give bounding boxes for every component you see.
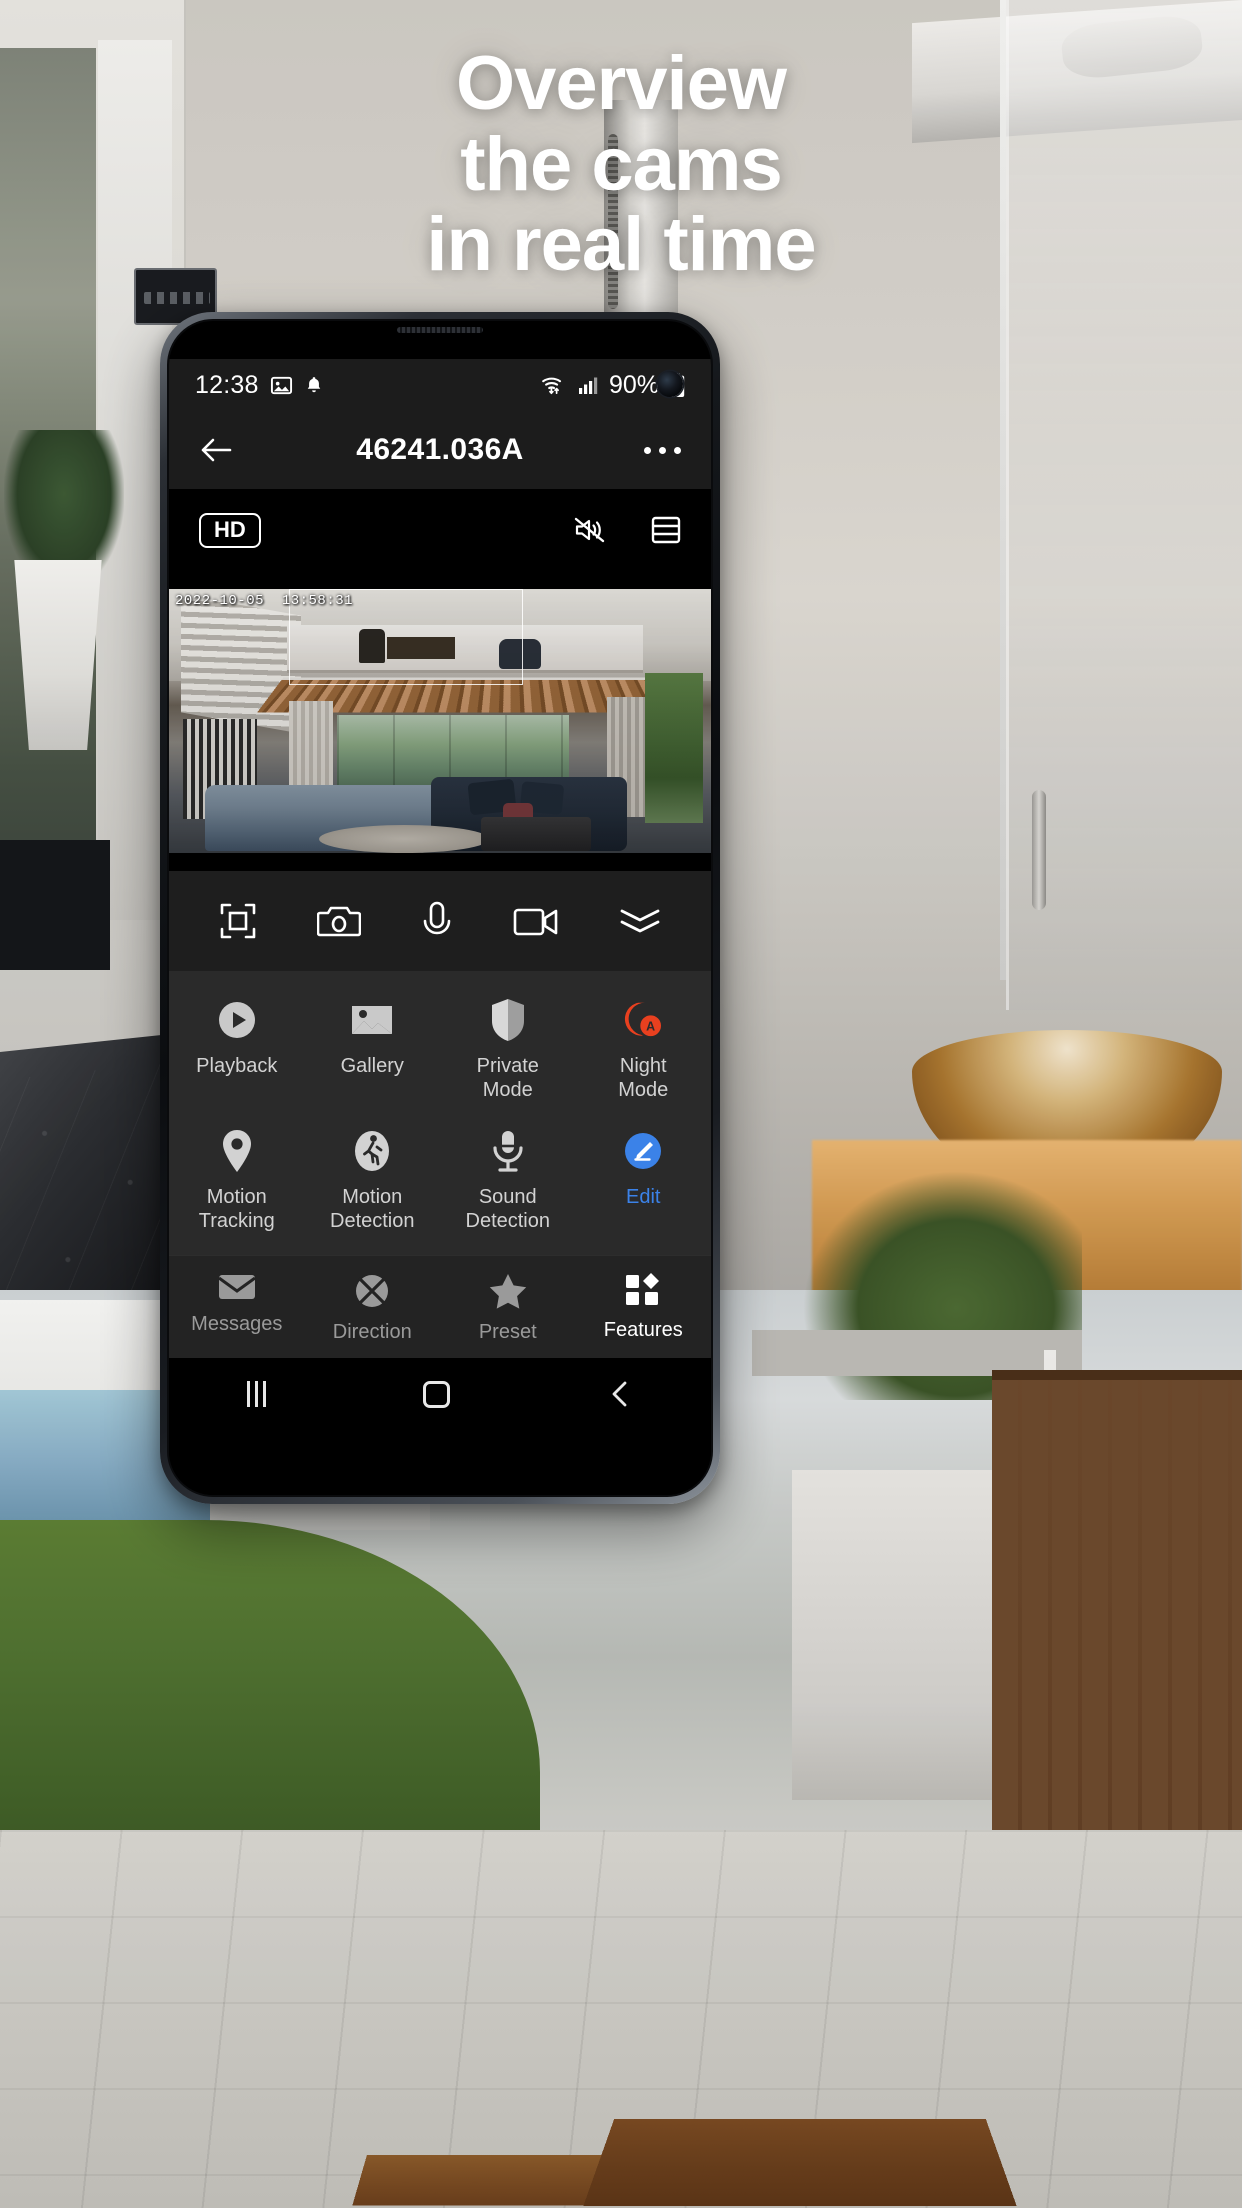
player-control-bar <box>169 871 711 971</box>
media-toolbar-right <box>573 515 681 545</box>
tab-label: Direction <box>332 1321 412 1343</box>
svg-text:A: A <box>646 1020 655 1034</box>
play-circle-icon <box>214 997 260 1043</box>
direction-pad-icon <box>353 1272 391 1310</box>
microphone-icon[interactable] <box>420 900 454 942</box>
record-video-icon[interactable] <box>513 904 559 938</box>
earpiece-speaker <box>397 327 483 333</box>
headline-line-1: Overview <box>456 41 787 126</box>
home-icon[interactable] <box>422 1380 450 1408</box>
headline-line-3: in real time <box>426 202 816 288</box>
feature-motion-detection[interactable]: Motion Detection <box>305 1118 441 1249</box>
nav-back-icon[interactable] <box>607 1379 633 1409</box>
video-frame: 2022-10-05 13:58:31 <box>169 589 711 853</box>
video-timestamp-date: 2022-10-05 <box>175 593 265 609</box>
phone-screen-bezel: 12:38 90% 46241.036A HD 2022-10-05 13:58… <box>167 319 713 1497</box>
video-timestamp: 2022-10-05 13:58:31 <box>175 593 353 609</box>
headline-line-2: the cams <box>460 121 783 207</box>
phone-device: 12:38 90% 46241.036A HD 2022-10-05 13:58… <box>160 312 720 1504</box>
speaker-muted-icon[interactable] <box>573 515 607 545</box>
tab-messages[interactable]: Messages <box>169 1272 305 1344</box>
feature-label-line1: Motion <box>342 1186 403 1208</box>
status-bar: 12:38 90% <box>169 359 711 411</box>
quality-badge-hd[interactable]: HD <box>199 512 261 548</box>
feature-label-line1: Night <box>619 1055 667 1077</box>
feature-row-1: Playback Gallery Private Mode A Night Mo… <box>169 987 711 1118</box>
status-bar-left: 12:38 <box>195 371 324 400</box>
feature-label: Edit <box>626 1186 661 1208</box>
tab-features[interactable]: Features <box>576 1272 712 1344</box>
feature-label-line2: Tracking <box>198 1210 275 1232</box>
feature-label-line2: Mode <box>482 1079 533 1101</box>
tab-direction[interactable]: Direction <box>305 1272 441 1344</box>
tab-label: Features <box>603 1319 683 1341</box>
feature-playback[interactable]: Playback <box>169 987 305 1118</box>
envelope-icon <box>217 1272 257 1302</box>
back-arrow-icon[interactable] <box>199 435 233 465</box>
bottom-tab-bar: Messages Direction Preset Features <box>169 1255 711 1358</box>
feature-label-line2: Detection <box>330 1210 415 1232</box>
feature-label: Motion Detection <box>330 1185 415 1233</box>
feature-edit[interactable]: Edit <box>576 1118 712 1249</box>
feature-label-line1: Sound <box>478 1186 537 1208</box>
feature-label-line1: Motion <box>206 1186 267 1208</box>
tab-preset[interactable]: Preset <box>440 1272 576 1344</box>
privacy-shield-icon <box>485 997 531 1043</box>
video-timestamp-time: 13:58:31 <box>281 593 354 609</box>
feature-label-line1: Private <box>476 1055 539 1077</box>
feature-motion-tracking[interactable]: Motion Tracking <box>169 1118 305 1249</box>
feature-gallery[interactable]: Gallery <box>305 987 441 1118</box>
split-layout-icon[interactable] <box>651 515 681 545</box>
feature-sound-detection[interactable]: Sound Detection <box>440 1118 576 1249</box>
recents-icon[interactable] <box>247 1381 267 1407</box>
feature-label-line2: Detection <box>465 1210 551 1232</box>
snapshot-camera-icon[interactable] <box>317 901 362 941</box>
night-mode-auto-icon: A <box>620 997 666 1043</box>
status-clock: 12:38 <box>195 370 259 399</box>
app-header: 46241.036A <box>169 411 711 489</box>
front-camera <box>657 371 683 397</box>
sound-mic-icon <box>485 1128 531 1174</box>
cellular-signal-icon <box>578 375 598 395</box>
page-title: 46241.036A <box>356 433 524 466</box>
tab-label: Preset <box>478 1321 537 1343</box>
edit-pencil-icon <box>620 1128 666 1174</box>
marketing-headline: Overview the cams in real time <box>0 41 1242 288</box>
feature-label: Motion Tracking <box>199 1185 275 1233</box>
gallery-image-icon <box>349 997 395 1043</box>
media-toolbar: HD <box>169 489 711 571</box>
feature-label: Night Mode <box>618 1054 668 1102</box>
collapse-chevrons-icon[interactable] <box>618 905 662 937</box>
feature-night-mode[interactable]: A Night Mode <box>576 987 712 1118</box>
image-icon <box>270 374 293 397</box>
bell-icon <box>304 375 324 395</box>
wifi-transfer-icon <box>541 374 567 396</box>
android-nav-bar <box>169 1358 711 1430</box>
grid-features-icon <box>624 1272 662 1308</box>
video-player[interactable]: 2022-10-05 13:58:31 <box>169 571 711 871</box>
feature-label-line2: Mode <box>618 1079 669 1101</box>
feature-label: Sound Detection <box>466 1185 551 1233</box>
battery-percent-label: 90% <box>608 370 659 399</box>
tab-label: Messages <box>191 1313 283 1335</box>
feature-label: Playback <box>196 1055 278 1077</box>
overflow-menu-icon[interactable] <box>644 446 681 454</box>
feature-label: Private Mode <box>477 1054 539 1102</box>
feature-row-2: Motion Tracking Motion Detection Sound D… <box>169 1118 711 1249</box>
feature-grid: Playback Gallery Private Mode A Night Mo… <box>169 971 711 1255</box>
fit-screen-icon[interactable] <box>218 901 258 941</box>
app-screen: 12:38 90% 46241.036A HD 2022-10-05 13:58… <box>169 359 711 1495</box>
star-icon <box>488 1272 528 1310</box>
feature-label: Gallery <box>340 1055 404 1077</box>
location-pin-icon <box>214 1128 260 1174</box>
feature-private-mode[interactable]: Private Mode <box>440 987 576 1118</box>
walking-person-icon <box>349 1128 395 1174</box>
